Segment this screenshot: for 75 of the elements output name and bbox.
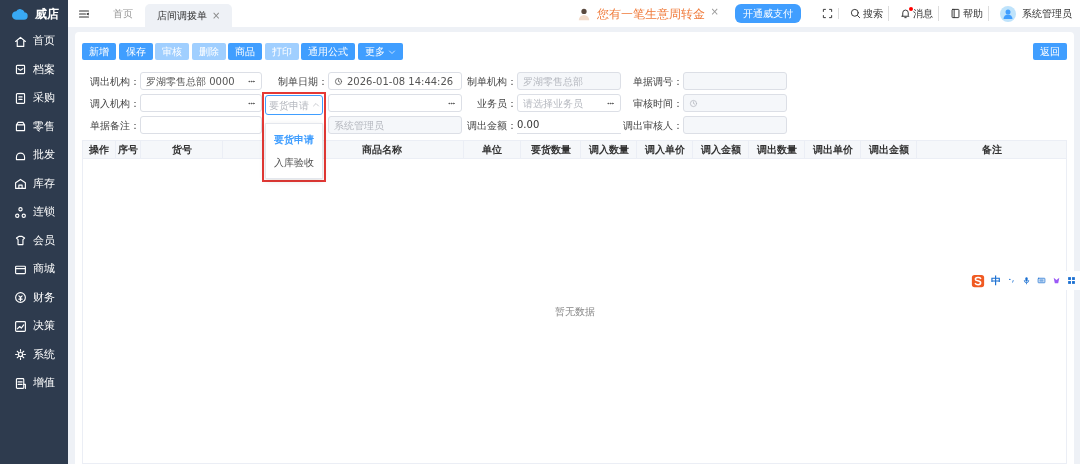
sidebar-item[interactable]: 连锁 (0, 198, 68, 227)
input-field[interactable] (683, 72, 787, 90)
sidebar-item[interactable]: 会员 (0, 226, 68, 255)
column-header: 调出数量 (749, 141, 805, 158)
field-label: 制单日期： (278, 75, 328, 87)
sidebar-item[interactable]: 零售 (0, 112, 68, 141)
menu-item-icon (14, 63, 27, 77)
sidebar-item[interactable]: 采购 (0, 84, 68, 113)
user-avatar-icon[interactable] (1000, 5, 1016, 22)
column-header: 单位 (464, 141, 521, 158)
menu-item-icon (14, 205, 27, 219)
keyboard-icon[interactable] (1037, 276, 1046, 285)
sidebar-item[interactable]: 财务 (0, 283, 68, 312)
apps-icon[interactable] (1067, 276, 1076, 285)
app-name: 威店 (35, 5, 59, 23)
search-icon (850, 8, 861, 19)
tab[interactable]: 店间调拨单 × (145, 4, 233, 27)
sidebar-item[interactable]: 增值 (0, 369, 68, 398)
menu-item-icon (14, 348, 27, 362)
menu-item-icon (14, 319, 27, 333)
sidebar-item[interactable]: 首页 (0, 27, 68, 56)
column-header: 要货数量 (521, 141, 581, 158)
toolbar-link[interactable]: 帮助 (945, 6, 989, 21)
sidebar-item[interactable]: 库存 (0, 169, 68, 198)
chevron-up-icon (312, 101, 320, 109)
clock-icon (334, 76, 343, 86)
field-label: 制单机构： (467, 75, 517, 87)
sidebar-item[interactable]: 批发 (0, 141, 68, 170)
menu-item-icon (14, 234, 27, 248)
field-label: 调出机构： (90, 75, 140, 87)
person-figure-icon (576, 6, 591, 21)
empty-text: 暂无数据 (554, 304, 595, 319)
column-header: 备注 (980, 143, 1003, 157)
column-header: 操作 (83, 141, 116, 158)
column-header: 调出金额 (861, 141, 917, 158)
input-field[interactable]: 罗湖零售总部 0000 (140, 72, 262, 90)
ime-mode[interactable]: 中 (991, 273, 1001, 288)
input-field[interactable] (140, 116, 262, 134)
field-label: 单据备注： (90, 119, 140, 131)
input-field[interactable] (140, 94, 262, 112)
sidebar-item[interactable]: 系统 (0, 340, 68, 369)
field-label: 调入机构： (90, 97, 140, 109)
input-field[interactable] (683, 116, 787, 134)
bell-icon (900, 8, 911, 19)
field-label: 调出审核人： (623, 119, 683, 131)
menu-item-icon (14, 34, 27, 48)
column-header: 调入数量 (581, 141, 637, 158)
menu-toggle-icon[interactable] (78, 7, 90, 20)
clock-icon (689, 98, 698, 108)
book-icon (950, 8, 961, 19)
input-field[interactable]: 2026-01-08 14:44:26 (328, 72, 462, 90)
column-header: 调入金额 (693, 141, 749, 158)
microphone-icon[interactable] (1022, 276, 1031, 285)
sidebar-item[interactable]: 商城 (0, 255, 68, 284)
menu-item-icon (14, 376, 27, 390)
column-header: 序号 (116, 141, 141, 158)
field-label: 调出金额： (467, 119, 517, 131)
menu-item-icon (14, 177, 27, 191)
menu-item-icon (14, 91, 27, 105)
toolbar-link[interactable]: 消息 (895, 6, 939, 21)
sidebar-item[interactable]: 档案 (0, 55, 68, 84)
field-label: 审核时间： (633, 97, 683, 109)
toolbar-link[interactable]: 搜索 (845, 6, 889, 21)
column-header: 调入单价 (637, 141, 693, 158)
menu-item-icon (14, 291, 27, 305)
column-header: 调出单价 (805, 141, 861, 158)
field-label: 单据调号： (633, 75, 683, 87)
skin-icon[interactable] (1052, 276, 1061, 285)
menu-item-icon (14, 120, 27, 134)
fullscreen-icon[interactable] (822, 8, 833, 19)
amount-value: 0.00 (517, 116, 621, 134)
input-field[interactable] (328, 94, 462, 112)
user-name[interactable]: 系统管理员 (1022, 6, 1072, 21)
field-label: 业务员： (477, 97, 517, 109)
sidebar-item[interactable]: 决策 (0, 312, 68, 341)
